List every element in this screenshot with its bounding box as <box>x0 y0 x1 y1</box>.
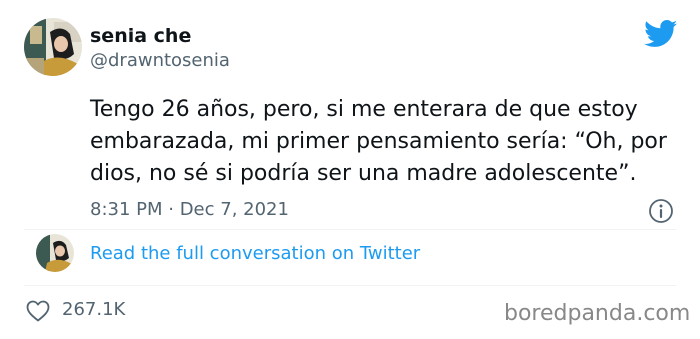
tweet-line: dios, no sé si podría ser una madre adol… <box>90 161 637 186</box>
user-name[interactable]: senia che <box>90 24 191 48</box>
read-conversation-link[interactable]: Read the full conversation on Twitter <box>90 242 420 266</box>
tweet-timestamp[interactable]: 8:31 PM · Dec 7, 2021 <box>90 198 289 222</box>
divider <box>24 285 676 286</box>
divider <box>24 229 676 230</box>
tweet-line: Tengo 26 años, pero, si me enterara de q… <box>90 97 638 122</box>
tweet-line: embarazada, mi primer pensamiento sería:… <box>90 129 667 154</box>
user-handle[interactable]: @drawntosenia <box>90 49 230 73</box>
watermark: boredpanda.com <box>504 301 691 326</box>
info-icon[interactable] <box>648 198 674 224</box>
like-count: 267.1K <box>62 299 126 320</box>
avatar[interactable] <box>24 18 82 76</box>
conversation-avatar[interactable] <box>36 234 74 272</box>
tweet-card: senia che @drawntosenia Tengo 26 años, p… <box>0 0 700 339</box>
tweet-text: Tengo 26 años, pero, si me enterara de q… <box>90 94 680 190</box>
heart-icon[interactable] <box>26 300 50 322</box>
twitter-bird-icon[interactable] <box>644 20 678 48</box>
